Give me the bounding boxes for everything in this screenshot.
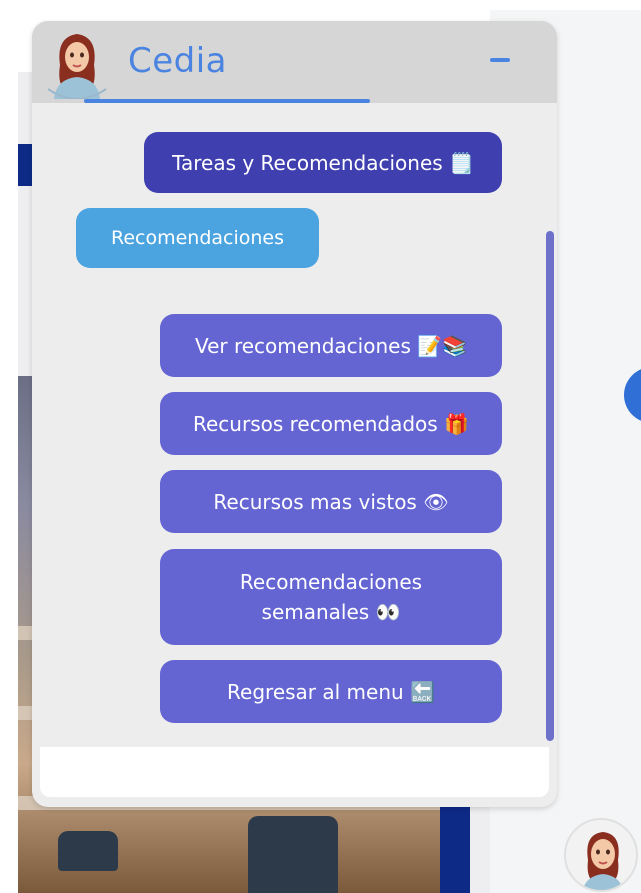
option-recursos-recomendados-button[interactable]: Recursos recomendados 🎁 — [160, 392, 502, 455]
chat-title: Cedia — [128, 41, 228, 81]
minimize-icon[interactable] — [490, 58, 510, 62]
header-avatar — [44, 25, 110, 99]
bot-message-bubble: Recomendaciones — [76, 208, 319, 268]
chat-scrollbar[interactable] — [546, 231, 554, 741]
chat-messages: Tareas y Recomendaciones 🗒️ Recomendacio… — [32, 103, 557, 747]
chat-widget: Cedia Tareas y Recomendaciones 🗒️ Recome… — [32, 21, 557, 807]
chat-launcher-avatar[interactable] — [564, 818, 638, 892]
option-regresar-al-menu-button[interactable]: Regresar al menu 🔙 — [160, 660, 502, 723]
option-ver-recomendaciones-button[interactable]: Ver recomendaciones 📝📚 — [160, 314, 502, 377]
option-recursos-mas-vistos-button[interactable]: Recursos mas vistos 👁 — [160, 470, 502, 533]
page-left-margin — [0, 0, 18, 893]
option-recomendaciones-semanales-button[interactable]: Recomendaciones semanales 👀 — [160, 549, 502, 645]
chat-header: Cedia — [32, 21, 557, 103]
chat-message-input[interactable] — [40, 747, 549, 797]
assistant-avatar-icon — [47, 34, 107, 99]
user-message-bubble: Tareas y Recomendaciones 🗒️ — [144, 132, 502, 193]
